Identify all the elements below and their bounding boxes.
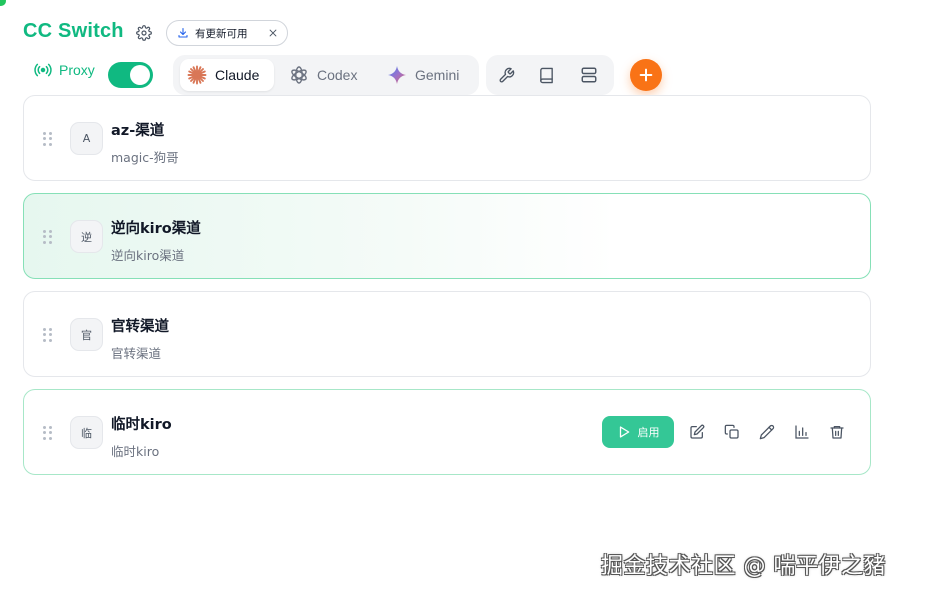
tab-codex[interactable]: Codex xyxy=(283,59,371,91)
proxy-toggle[interactable] xyxy=(108,62,153,88)
enable-button[interactable]: 启用 xyxy=(602,416,674,448)
add-provider-button[interactable] xyxy=(630,59,662,91)
provider-avatar: 逆 xyxy=(70,220,103,253)
proxy-indicator: Proxy xyxy=(34,62,95,78)
edit-button[interactable] xyxy=(688,423,706,441)
delete-button[interactable] xyxy=(828,423,846,441)
provider-avatar: A xyxy=(70,122,103,155)
provider-avatar: 官 xyxy=(70,318,103,351)
provider-subtitle: 官转渠道 xyxy=(111,346,162,361)
book-icon xyxy=(538,67,555,84)
provider-subtitle: 临时kiro xyxy=(111,444,160,459)
tab-gemini-label: Gemini xyxy=(415,67,460,83)
drag-handle-icon[interactable] xyxy=(43,132,53,146)
provider-subtitle: magic-狗哥 xyxy=(111,150,179,165)
drag-handle-icon[interactable] xyxy=(43,328,53,342)
trash-icon xyxy=(829,424,845,440)
provider-card-active[interactable]: 逆 逆向kiro渠道 逆向kiro渠道 xyxy=(23,193,871,279)
tab-claude[interactable]: Claude xyxy=(180,59,274,91)
duplicate-button[interactable] xyxy=(723,423,741,441)
play-icon xyxy=(617,425,631,439)
window-status-dot xyxy=(0,0,6,6)
bar-chart-icon xyxy=(794,424,810,440)
provider-name: az-渠道 xyxy=(111,123,165,139)
watermark-text: 掘金技术社区 @ 喘平伊之豬 xyxy=(601,554,886,579)
claude-icon xyxy=(187,65,207,85)
tab-gemini[interactable]: Gemini xyxy=(379,59,473,91)
provider-card[interactable]: 官 官转渠道 官转渠道 xyxy=(23,291,871,377)
app-title: CC Switch xyxy=(23,20,124,42)
pen-icon xyxy=(759,424,775,440)
toolbar xyxy=(486,55,614,95)
drag-handle-icon[interactable] xyxy=(43,426,53,440)
provider-subtitle: 逆向kiro渠道 xyxy=(111,248,185,263)
provider-name: 官转渠道 xyxy=(111,319,169,335)
broadcast-icon xyxy=(34,63,52,77)
openai-icon xyxy=(289,65,309,85)
update-available-badge[interactable]: 有更新可用 xyxy=(166,20,288,46)
drag-handle-icon[interactable] xyxy=(43,230,53,244)
provider-card[interactable]: A az-渠道 magic-狗哥 xyxy=(23,95,871,181)
update-available-text: 有更新可用 xyxy=(195,27,248,40)
toggle-knob xyxy=(130,65,150,85)
close-icon[interactable] xyxy=(267,27,279,39)
rename-button[interactable] xyxy=(758,423,776,441)
copy-icon xyxy=(724,424,740,440)
gemini-icon xyxy=(387,65,407,85)
servers-button[interactable] xyxy=(579,65,599,85)
provider-avatar: 临 xyxy=(70,416,103,449)
app-tabs: Claude Codex Gemini xyxy=(173,55,479,95)
provider-name: 临时kiro xyxy=(111,417,172,433)
docs-button[interactable] xyxy=(536,65,556,85)
wrench-icon xyxy=(498,67,515,84)
settings-button[interactable] xyxy=(134,23,154,43)
tools-button[interactable] xyxy=(496,65,516,85)
tab-claude-label: Claude xyxy=(215,67,260,83)
enable-button-label: 启用 xyxy=(637,426,660,439)
download-icon xyxy=(177,27,189,39)
server-icon xyxy=(580,66,598,84)
proxy-label: Proxy xyxy=(59,62,95,78)
plus-icon xyxy=(638,67,654,83)
provider-name: 逆向kiro渠道 xyxy=(111,221,201,237)
gear-icon xyxy=(136,25,152,41)
tab-codex-label: Codex xyxy=(317,67,358,83)
usage-stats-button[interactable] xyxy=(793,423,811,441)
edit-icon xyxy=(689,424,705,440)
provider-card-hovered[interactable]: 临 临时kiro 临时kiro 启用 xyxy=(23,389,871,475)
